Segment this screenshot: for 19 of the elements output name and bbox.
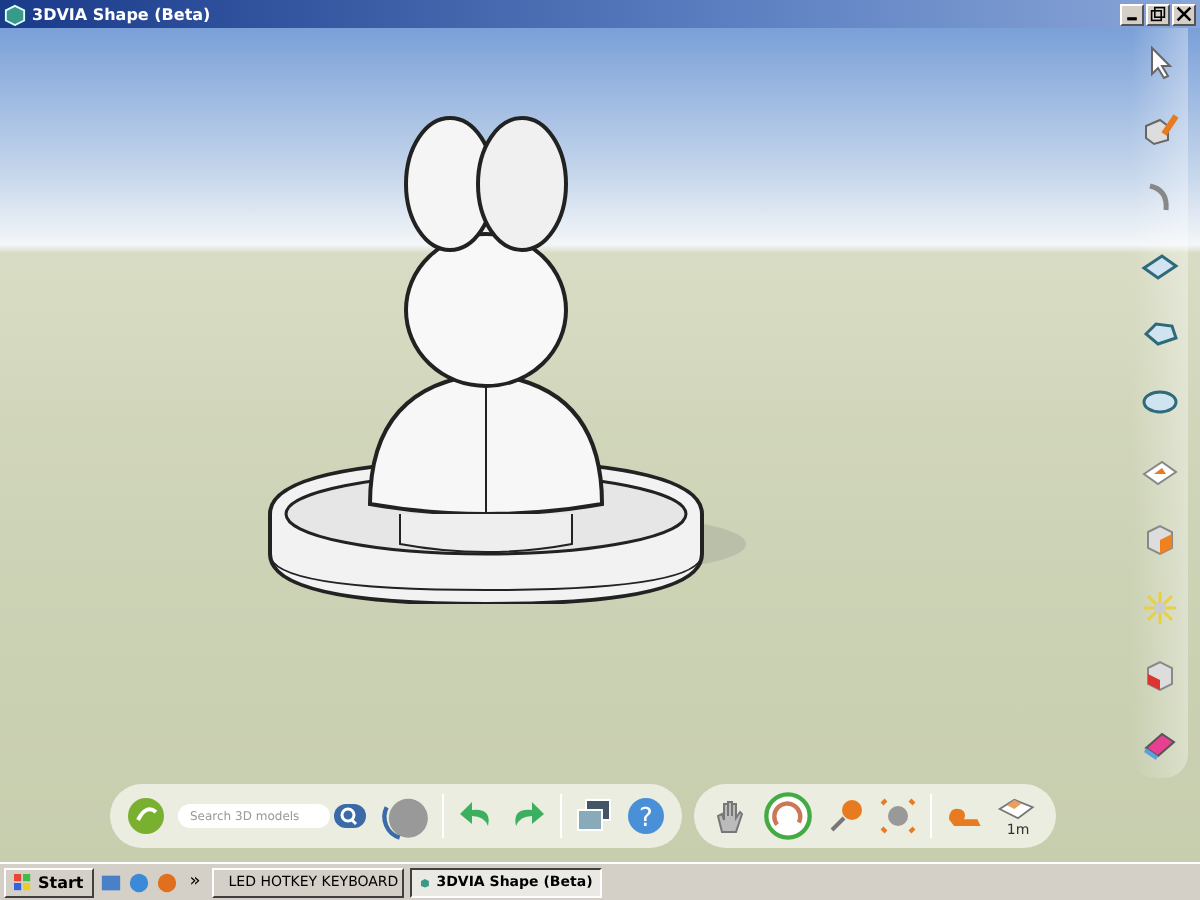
window-title: 3DVIA Shape (Beta) <box>32 5 213 23</box>
close-button[interactable] <box>1172 3 1196 25</box>
search-icon[interactable] <box>334 804 366 828</box>
windows-flag-icon <box>14 873 32 891</box>
start-button[interactable]: Start <box>4 867 94 897</box>
zoom-extents-icon[interactable] <box>878 796 918 836</box>
minimize-button[interactable] <box>1120 3 1144 25</box>
photos-icon[interactable] <box>574 796 614 836</box>
pencil-box-icon[interactable] <box>1140 110 1180 151</box>
restore-button[interactable] <box>1146 3 1170 25</box>
zoom-icon[interactable] <box>826 796 866 836</box>
close-icon <box>1176 6 1192 22</box>
logo-ball-icon[interactable] <box>126 796 166 836</box>
grid-scale-icon <box>996 795 1040 821</box>
restore-icon <box>1150 6 1166 22</box>
desktop-icon[interactable] <box>99 871 122 893</box>
orbit-icon[interactable] <box>762 790 814 842</box>
overflow-button[interactable]: » <box>183 867 207 897</box>
app-cube-icon <box>420 873 431 891</box>
